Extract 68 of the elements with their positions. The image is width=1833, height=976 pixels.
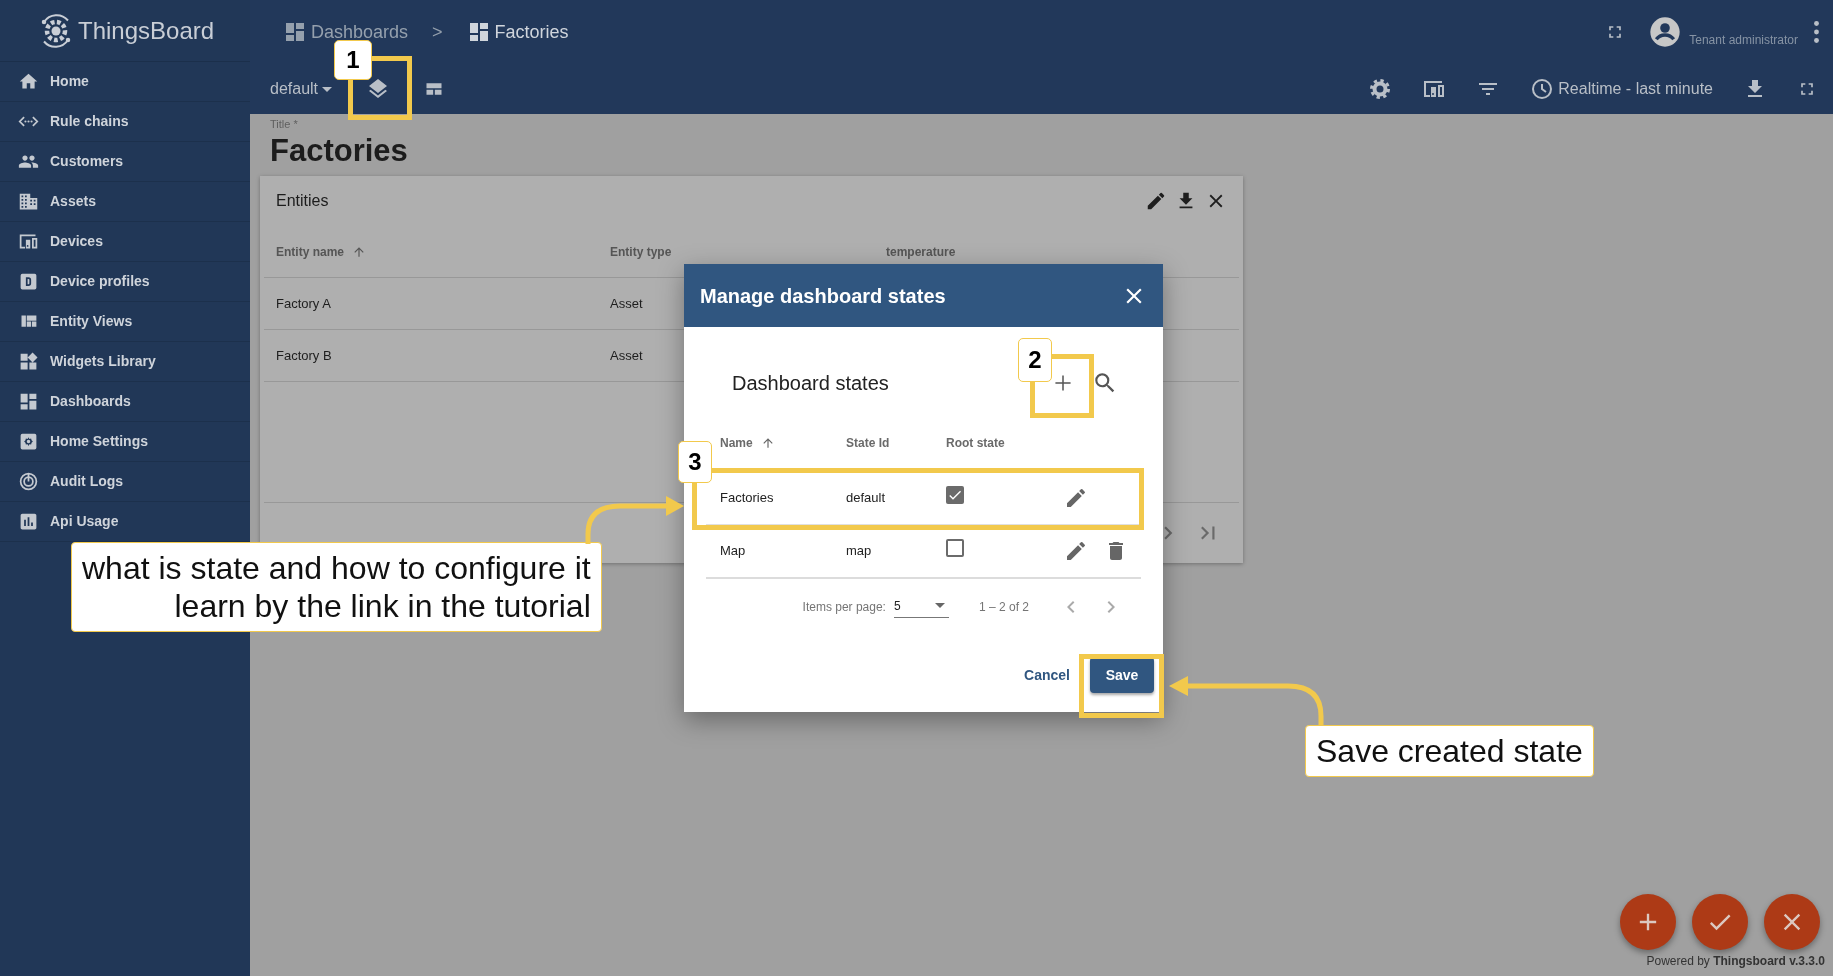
badge-icon — [18, 271, 39, 292]
table-cell-text: Factories — [719, 488, 775, 507]
table-cell: Asset — [610, 295, 643, 311]
footer-link[interactable]: Thingsboard v.3.3.0 — [1713, 954, 1825, 968]
widget-title: Entities — [276, 191, 329, 212]
sidebar-item[interactable]: Dashboards — [0, 382, 250, 422]
logo-text: ThingsBoard — [78, 15, 215, 46]
step-number: 3 — [678, 441, 712, 483]
breadcrumb-separator: > — [432, 20, 443, 44]
clock-icon — [1530, 77, 1555, 101]
sidebar-item[interactable]: Device profiles — [0, 262, 250, 302]
timewindow-button[interactable]: Realtime - last minute — [1530, 77, 1713, 101]
page-size-select[interactable]: 5 — [893, 596, 949, 618]
more-button[interactable] — [1814, 21, 1819, 43]
check-button[interactable] — [1692, 894, 1748, 950]
dashboard-icon — [18, 391, 39, 412]
dashboard-title: Factories — [269, 132, 409, 169]
chart-icon — [18, 511, 39, 532]
checkbox[interactable] — [946, 486, 964, 505]
widgets-icon — [18, 351, 39, 372]
gear-icon — [18, 431, 39, 452]
sidebar-item[interactable]: Audit Logs — [0, 462, 250, 502]
dashboard-icon — [283, 20, 307, 44]
state-select[interactable]: default — [270, 77, 333, 101]
callout-text: what is state and how to configure it learn by the link in the tutorial — [71, 542, 602, 632]
step-number: 2 — [1018, 338, 1052, 382]
user-role: Tenant administrator — [1689, 32, 1798, 49]
building-icon — [18, 191, 39, 212]
caret-icon — [934, 603, 945, 608]
step-number: 1 — [334, 40, 372, 80]
title-label: Title * — [269, 117, 299, 132]
target-icon — [18, 471, 39, 492]
save-button[interactable]: Save — [1090, 657, 1154, 693]
sidebar-item[interactable]: Rule chains — [0, 102, 250, 142]
sidebar-item[interactable]: Devices — [0, 222, 250, 262]
close-button[interactable] — [1764, 894, 1820, 950]
table-cell: Factory B — [276, 347, 332, 363]
table-cell-text: default — [846, 488, 887, 507]
settings-button[interactable] — [1368, 77, 1393, 101]
caret-icon — [322, 86, 333, 92]
table-cell: Asset — [610, 347, 643, 363]
column-header[interactable]: State Id — [846, 433, 890, 452]
sidebar-item[interactable]: Entity Views — [0, 302, 250, 342]
edit-icon — [1064, 539, 1088, 563]
more-icon — [1814, 21, 1819, 43]
section-title: Dashboard states — [732, 371, 889, 396]
column-header[interactable]: Name — [720, 433, 775, 452]
table-cell-text: Map — [719, 542, 747, 561]
settings-icon — [1368, 77, 1393, 101]
page-range: 1 – 2 of 2 — [978, 599, 1029, 616]
table-cell: Factory A — [276, 295, 331, 311]
callout-text: Save created state — [1305, 725, 1594, 777]
table-cell-text: map — [846, 542, 873, 561]
column-header[interactable]: Root state — [946, 433, 1005, 452]
sidebar-item[interactable]: Assets — [0, 182, 250, 222]
checkbox[interactable] — [946, 539, 964, 558]
avatar-icon — [1649, 16, 1682, 48]
edit-button[interactable] — [1064, 539, 1088, 563]
dialog-title: Manage dashboard states — [700, 283, 946, 309]
sidebar-item[interactable]: Home — [0, 62, 250, 102]
home-icon — [18, 71, 39, 92]
breadcrumb-item: Factories — [466, 18, 569, 46]
footer-text: Powered by Thingsboard v.3.3.0 — [1646, 953, 1825, 970]
sidebar-item[interactable]: Widgets Library — [0, 342, 250, 382]
sidebar-item[interactable]: Home Settings — [0, 422, 250, 462]
cancel-button[interactable]: Cancel — [1020, 658, 1074, 692]
sidebar-item[interactable]: Customers — [0, 142, 250, 182]
items-per-page-label: Items per page: — [802, 599, 886, 616]
